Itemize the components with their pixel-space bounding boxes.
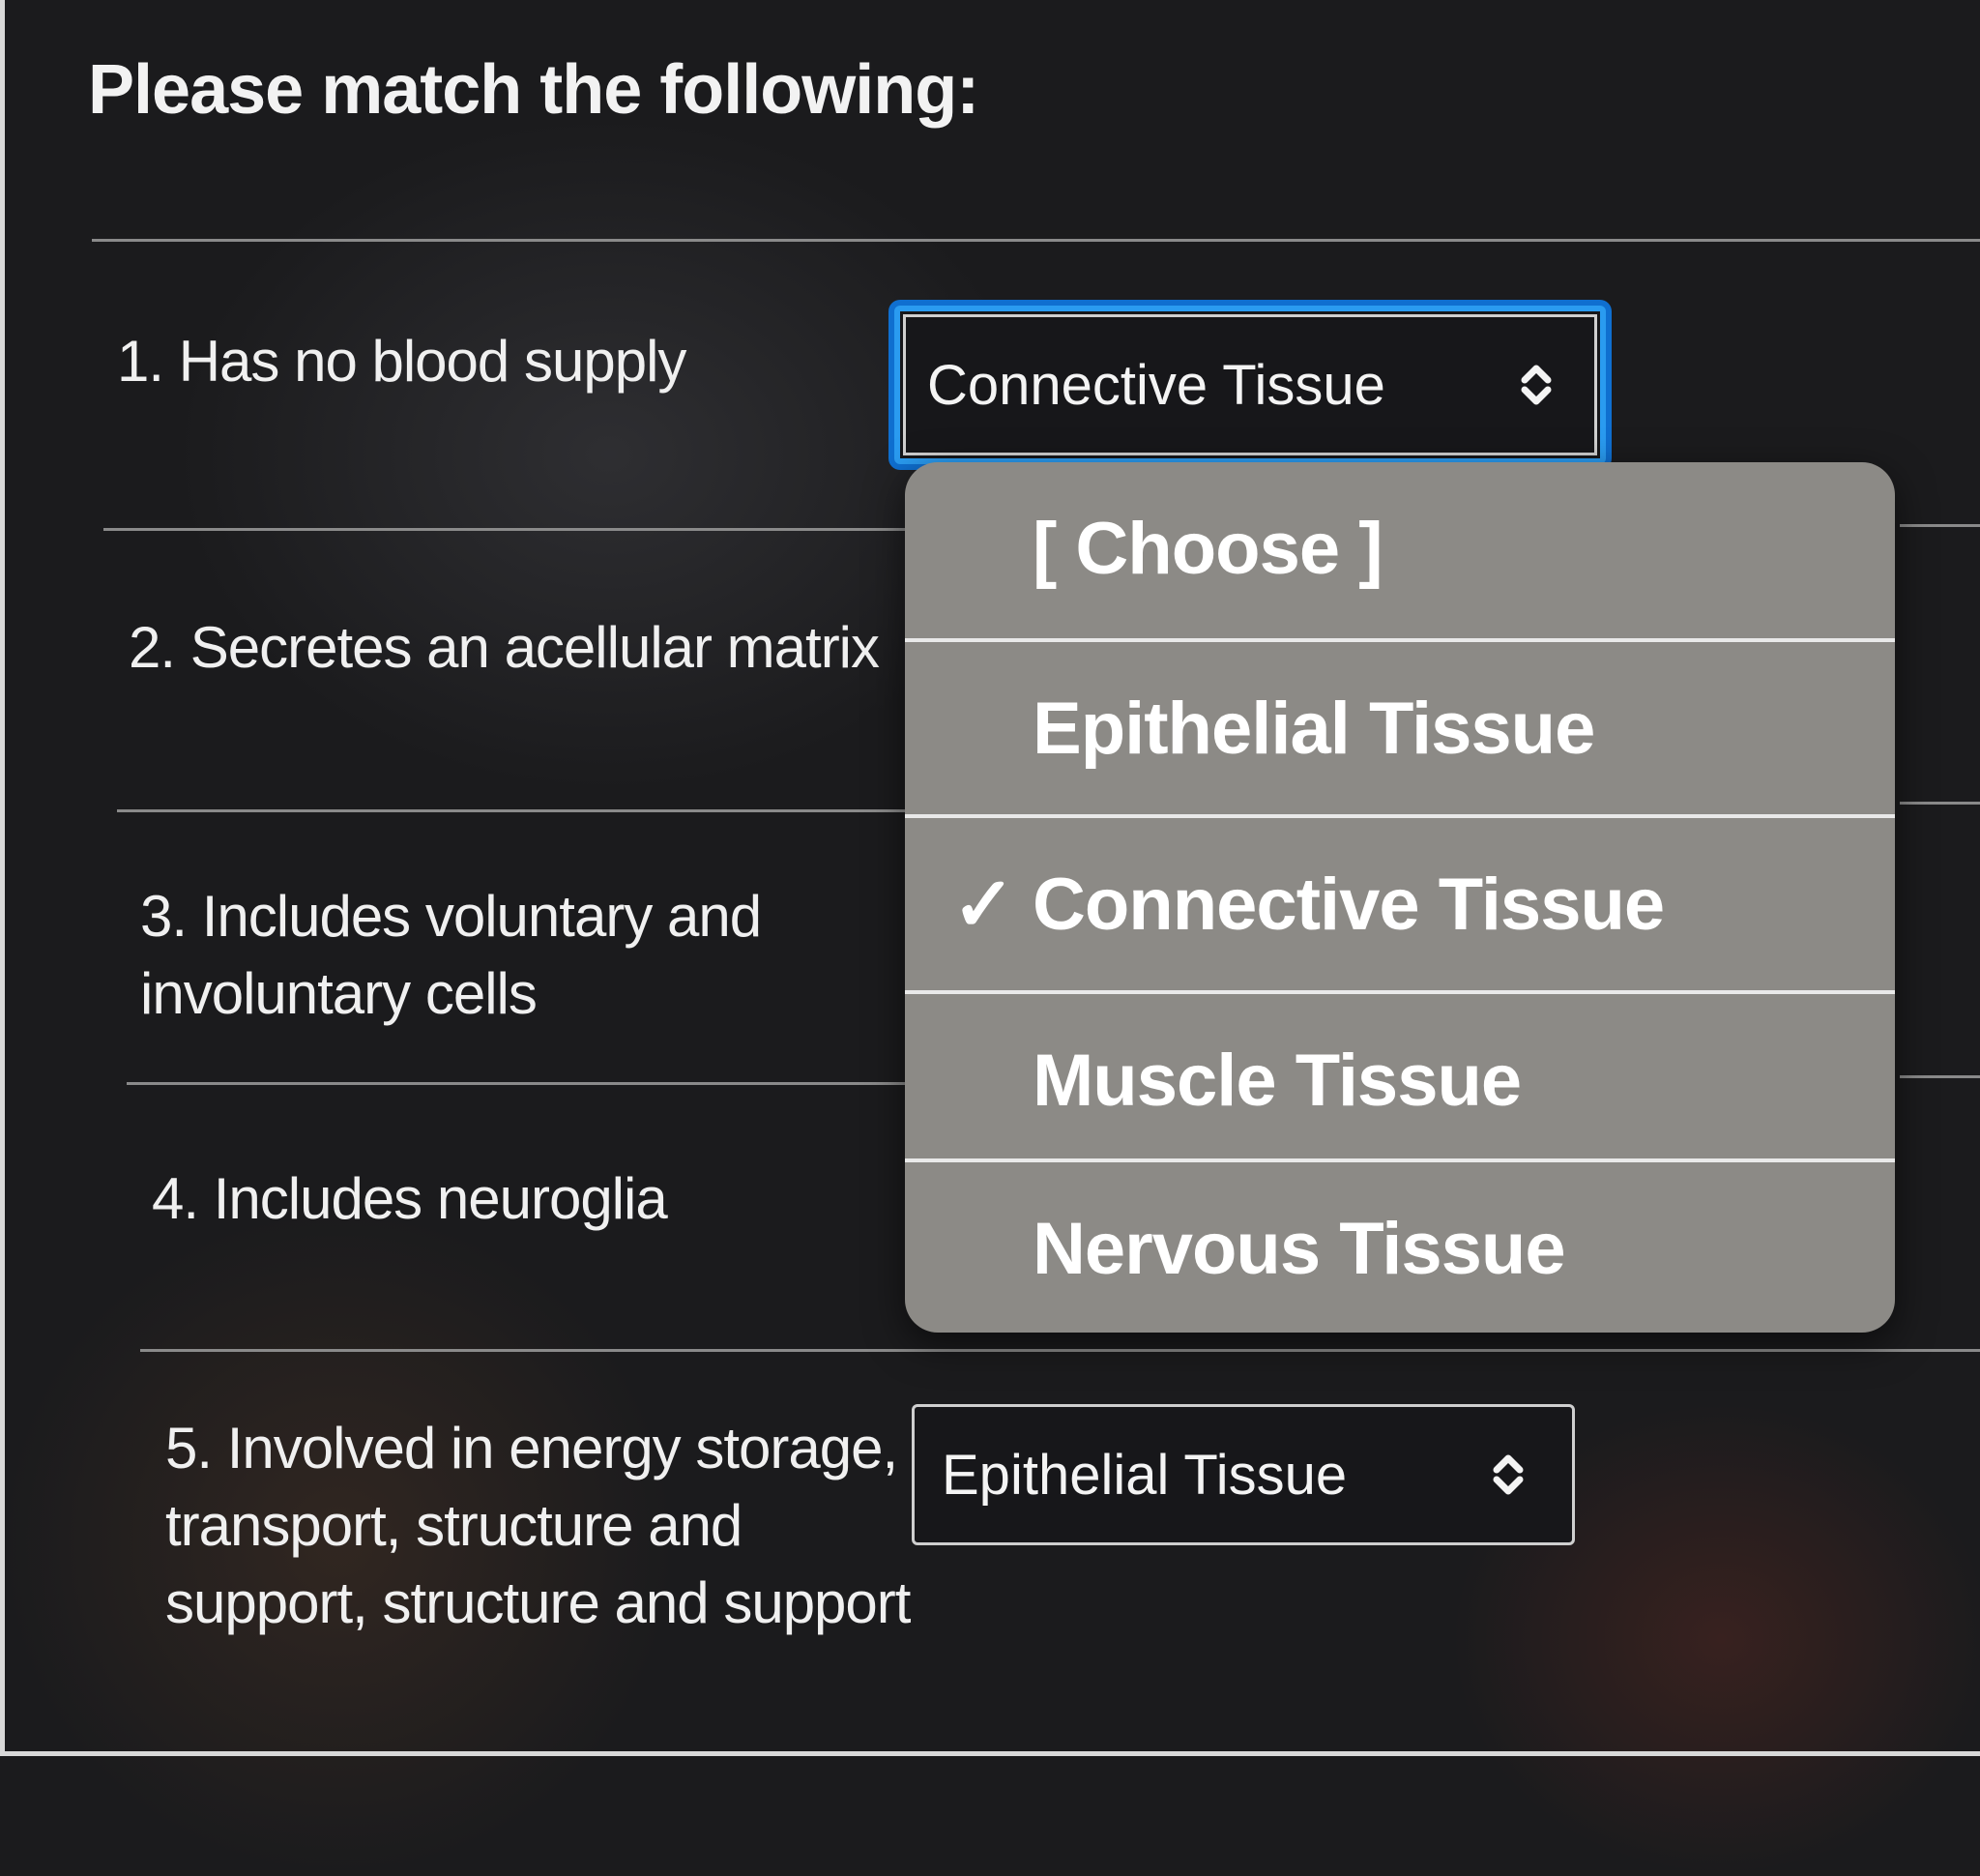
dropdown-option-nervous[interactable]: Nervous Tissue [905,1162,1895,1333]
divider [117,809,916,812]
divider [103,528,916,531]
question-2-text: 2. Secretes an acellular matrix [129,615,880,680]
question-1-selected-value: Connective Tissue [927,353,1385,417]
divider [92,239,1980,242]
divider [1900,802,1980,805]
dropdown-option-connective[interactable]: ✓ Connective Tissue [905,818,1895,990]
option-label: Connective Tissue [1033,863,1665,946]
question-5-line: support, structure and support [165,1570,911,1635]
chevron-updown-icon [1507,351,1565,419]
question-1-text: 1. Has no blood supply [117,329,686,394]
question-3-text: 3. Includes voluntary and involuntary ce… [140,878,914,1033]
question-title: Please match the following: [88,51,979,129]
chevron-updown-icon [1479,1441,1537,1509]
dropdown-option-muscle[interactable]: Muscle Tissue [905,994,1895,1166]
question-3-line: involuntary cells [140,961,538,1026]
dropdown-menu: [ Choose ] Epithelial Tissue ✓ Connectiv… [905,462,1895,1333]
question-5-text: 5. Involved in energy storage, transport… [165,1410,939,1642]
option-label: Muscle Tissue [1033,1039,1522,1122]
divider [1900,524,1980,527]
option-label: [ Choose ] [1033,507,1383,590]
question-5-select[interactable]: Epithelial Tissue [912,1404,1575,1545]
option-label: Nervous Tissue [1033,1207,1566,1290]
question-4-text: 4. Includes neuroglia [152,1166,668,1231]
dropdown-option-epithelial[interactable]: Epithelial Tissue [905,642,1895,814]
question-5-selected-value: Epithelial Tissue [942,1443,1348,1507]
question-1-select[interactable]: Connective Tissue [894,306,1606,464]
checkmark-icon: ✓ [951,861,1015,947]
option-label: Epithelial Tissue [1033,687,1595,770]
divider [140,1349,1980,1352]
question-3-line: 3. Includes voluntary and [140,884,762,949]
dropdown-option-choose[interactable]: [ Choose ] [905,462,1895,634]
question-5-line: transport, structure and [165,1493,742,1558]
divider [1900,1075,1980,1078]
question-5-line: 5. Involved in energy storage, [165,1416,898,1480]
divider [127,1082,916,1085]
